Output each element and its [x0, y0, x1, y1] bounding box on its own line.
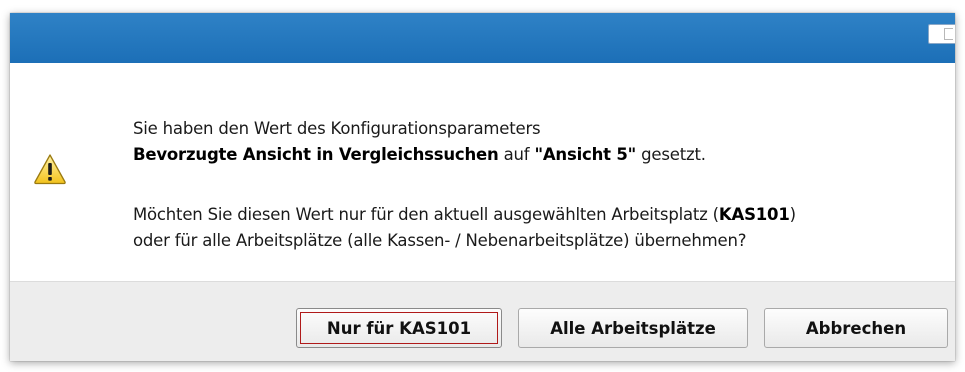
all-workstations-button[interactable]: Alle Arbeitsplätze — [518, 308, 748, 348]
workstation-name: KAS101 — [718, 205, 790, 224]
message-line-3: Möchten Sie diesen Wert nur für den aktu… — [133, 205, 796, 224]
message-line-1: Sie haben den Wert des Konfigurationspar… — [133, 119, 541, 138]
dialog-titlebar — [10, 13, 955, 63]
restore-icon[interactable] — [928, 24, 955, 44]
all-workstations-label: Alle Arbeitsplätze — [550, 318, 716, 338]
current-workstation-button[interactable]: Nur für KAS101 — [296, 308, 502, 348]
warning-icon — [34, 154, 66, 185]
cancel-label: Abbrechen — [805, 318, 907, 338]
parameter-name: Bevorzugte Ansicht in Vergleichssuchen — [133, 145, 499, 164]
parameter-value: "Ansicht 5" — [534, 145, 637, 164]
dialog-button-bar: Nur für KAS101 Alle Arbeitsplätze Abbrec… — [10, 281, 955, 361]
cancel-button[interactable]: Abbrechen — [764, 308, 948, 348]
current-workstation-label: Nur für KAS101 — [326, 318, 472, 338]
message-line-4: oder für alle Arbeitsplätze (alle Kassen… — [133, 231, 747, 250]
message-line-2: Bevorzugte Ansicht in Vergleichssuchen a… — [133, 145, 706, 164]
dialog-content: Sie haben den Wert des Konfigurationspar… — [10, 63, 955, 293]
confirmation-dialog: Sie haben den Wert des Konfigurationspar… — [10, 13, 955, 361]
dialog-message: Sie haben den Wert des Konfigurationspar… — [133, 116, 953, 254]
